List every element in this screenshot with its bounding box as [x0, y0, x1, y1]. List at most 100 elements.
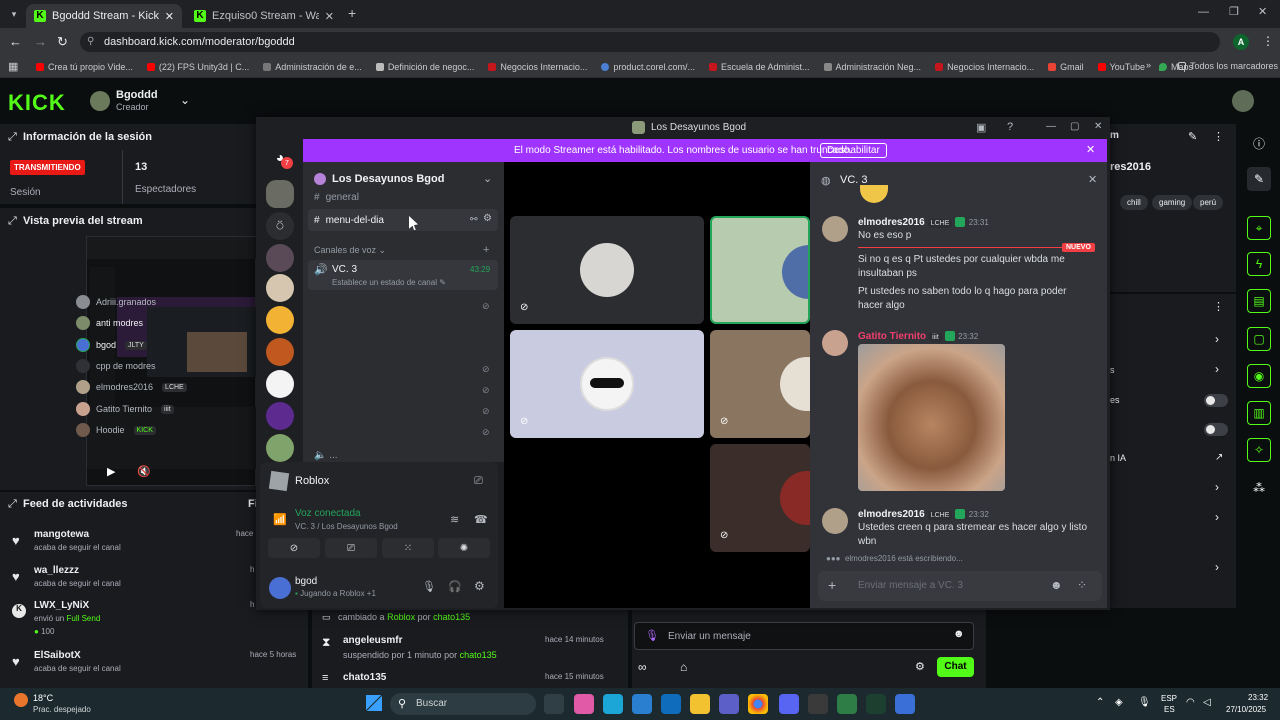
video-tile-speaking[interactable] [710, 216, 810, 324]
server-icon[interactable] [266, 306, 294, 334]
modlog-mod[interactable]: chato135 [460, 650, 497, 660]
minimize-icon[interactable]: — [1046, 121, 1056, 132]
apps-icon[interactable]: ⁘ [1077, 578, 1087, 592]
server-name[interactable]: Los Desayunos Bgod [332, 173, 444, 185]
toggle-switch[interactable] [1204, 394, 1228, 407]
app-icon[interactable] [895, 694, 915, 714]
infinity-icon[interactable]: ∞ [638, 660, 647, 674]
profile-avatar[interactable]: A [1233, 34, 1249, 50]
wrench-icon[interactable]: ✧ [1247, 438, 1271, 462]
channel-general[interactable]: # general [314, 187, 359, 207]
back-icon[interactable]: ← [9, 34, 22, 49]
forward-icon[interactable]: → [34, 34, 47, 49]
modlog-game[interactable]: Roblox [387, 612, 415, 622]
app-icon[interactable] [866, 694, 886, 714]
copilot-icon[interactable] [574, 694, 594, 714]
discord-icon[interactable] [779, 694, 799, 714]
server-icon[interactable] [266, 180, 294, 208]
close-tab-icon[interactable]: ✕ [165, 10, 174, 23]
help-icon[interactable]: ? [1007, 121, 1013, 133]
tag-chip[interactable]: chill [1120, 195, 1148, 210]
chevron-down-icon[interactable]: ⌄ [180, 93, 190, 107]
voice-user[interactable]: bgod JLTY [76, 336, 147, 354]
video-tile[interactable]: ⊘ [510, 216, 704, 324]
microphone-icon[interactable]: 🎙 [1138, 697, 1151, 708]
user-settings-icon[interactable]: ⚙ [474, 579, 485, 593]
voice-user[interactable]: Gatito Tiernito iiit [76, 400, 174, 418]
message-author[interactable]: elmodres2016 [858, 509, 925, 520]
microsoft-store-icon[interactable] [632, 694, 652, 714]
inbox-icon[interactable]: ▣ [976, 121, 986, 134]
network-icon[interactable]: ◈ [1115, 697, 1123, 708]
server-icon[interactable] [266, 402, 294, 430]
edit-icon[interactable]: ✎ [1247, 167, 1271, 191]
chevron-down-icon[interactable]: ⌄ [483, 172, 492, 185]
taskbar-search[interactable]: ⚲ Buscar [390, 693, 536, 715]
external-link-icon[interactable]: ⤢ [8, 215, 17, 228]
trend-icon[interactable]: ↗ [1215, 452, 1223, 463]
volume-icon[interactable]: ◁ [1203, 697, 1211, 708]
channel-settings-icon[interactable]: ⚙ [483, 213, 492, 224]
bookmark-item[interactable]: Administración Neg... [823, 62, 921, 72]
show-hidden-icons[interactable]: ⌃ [1096, 697, 1104, 708]
avatar[interactable] [822, 216, 848, 242]
layout-icon[interactable]: ▥ [1247, 401, 1271, 425]
dog-image[interactable] [858, 344, 1005, 491]
obs-icon[interactable] [808, 694, 828, 714]
channel-avatar[interactable] [90, 91, 110, 111]
play-icon[interactable]: ▶ [107, 465, 115, 478]
noise-suppression-icon[interactable]: ≋ [450, 513, 459, 526]
bookmark-item[interactable]: Escuela de Administ... [708, 62, 810, 72]
teams-icon[interactable] [719, 694, 739, 714]
bookmark-item[interactable]: Negocios Internacio... [488, 62, 587, 72]
tab-ezquiso-stream[interactable]: K Ezquiso0 Stream - Watch Live o ✕ [186, 4, 342, 28]
wifi-icon[interactable]: ◠ [1186, 697, 1195, 708]
language-indicator[interactable]: ESP [1161, 694, 1177, 703]
target-icon[interactable]: ⌖ [1247, 216, 1271, 240]
voice-user[interactable]: cpp de modres [76, 357, 156, 375]
maximize-icon[interactable]: ❐ [1229, 5, 1239, 18]
kick-chat-input[interactable]: 🎙 Enviar un mensaje ☻ [634, 622, 974, 650]
voice-user[interactable]: elmodres2016 LCHE [76, 378, 187, 396]
more-bookmarks-icon[interactable]: » [1146, 60, 1151, 70]
voice-user[interactable]: anti modres [76, 314, 143, 332]
external-link-icon[interactable]: ⤢ [8, 131, 17, 144]
tab-kick-dashboard[interactable]: K Bgoddd Stream - Kick Dashbo ✕ [26, 4, 182, 28]
user-avatar[interactable] [269, 577, 291, 599]
chat-bubble-icon[interactable]: ▢ [1247, 327, 1271, 351]
voice-user[interactable]: Hoodie KICK [76, 421, 156, 439]
activity-share-icon[interactable]: ⎚ [474, 475, 483, 488]
bookmark-item[interactable]: Definición de negoc... [375, 62, 474, 72]
activity-user[interactable]: wa_llezzz [34, 565, 79, 576]
activity-user[interactable]: mangotewa [34, 529, 89, 540]
new-tab-icon[interactable]: + [348, 5, 356, 21]
bookmark-item[interactable]: Negocios Internacio... [935, 62, 1034, 72]
voice-user[interactable]: Adriii.granados [76, 293, 156, 311]
chevron-right-icon[interactable]: › [1215, 332, 1219, 346]
info-icon[interactable]: ⓘ [1247, 131, 1271, 155]
voice-connected-label[interactable]: Voz conectada [295, 508, 361, 519]
microphone-icon[interactable]: 🎙 [422, 580, 436, 593]
weather-icon[interactable] [14, 693, 28, 707]
tag-chip[interactable]: perú [1193, 195, 1224, 210]
headphones-icon[interactable]: 🎧 [448, 580, 462, 593]
toggle-switch[interactable] [1204, 423, 1228, 436]
channel-menu-del-dia[interactable]: # menu-del-dia [314, 210, 384, 230]
server-icon[interactable] [266, 274, 294, 302]
minimize-icon[interactable]: — [1198, 6, 1209, 18]
video-tile[interactable]: ⊘ [710, 330, 810, 438]
apps-grid-icon[interactable]: ▦ [8, 60, 18, 73]
activity-user[interactable]: LWX_LyNiX [34, 600, 89, 611]
bookmark-item[interactable]: Administración de e... [263, 62, 362, 72]
file-explorer-icon[interactable] [690, 694, 710, 714]
bookmark-item[interactable]: (22) FPS Unity3d | C... [146, 62, 249, 72]
broadcast-icon[interactable]: ◉ [1247, 364, 1271, 388]
video-tile[interactable]: ⊘ [510, 330, 704, 438]
share-screen-button[interactable]: ⎚ [325, 538, 377, 558]
message-author[interactable]: Gatito Tiernito [858, 331, 926, 342]
voice-chat-input[interactable]: + Enviar mensaje a VC. 3 ☻ ⁘ [818, 571, 1102, 601]
site-info-icon[interactable]: ⚲ [87, 32, 94, 52]
bookmark-item[interactable]: Crea tú propio Vide... [36, 62, 133, 72]
bookmark-item[interactable]: Gmail [1048, 62, 1084, 72]
modlog-user[interactable]: angeleusmfr [343, 635, 402, 646]
